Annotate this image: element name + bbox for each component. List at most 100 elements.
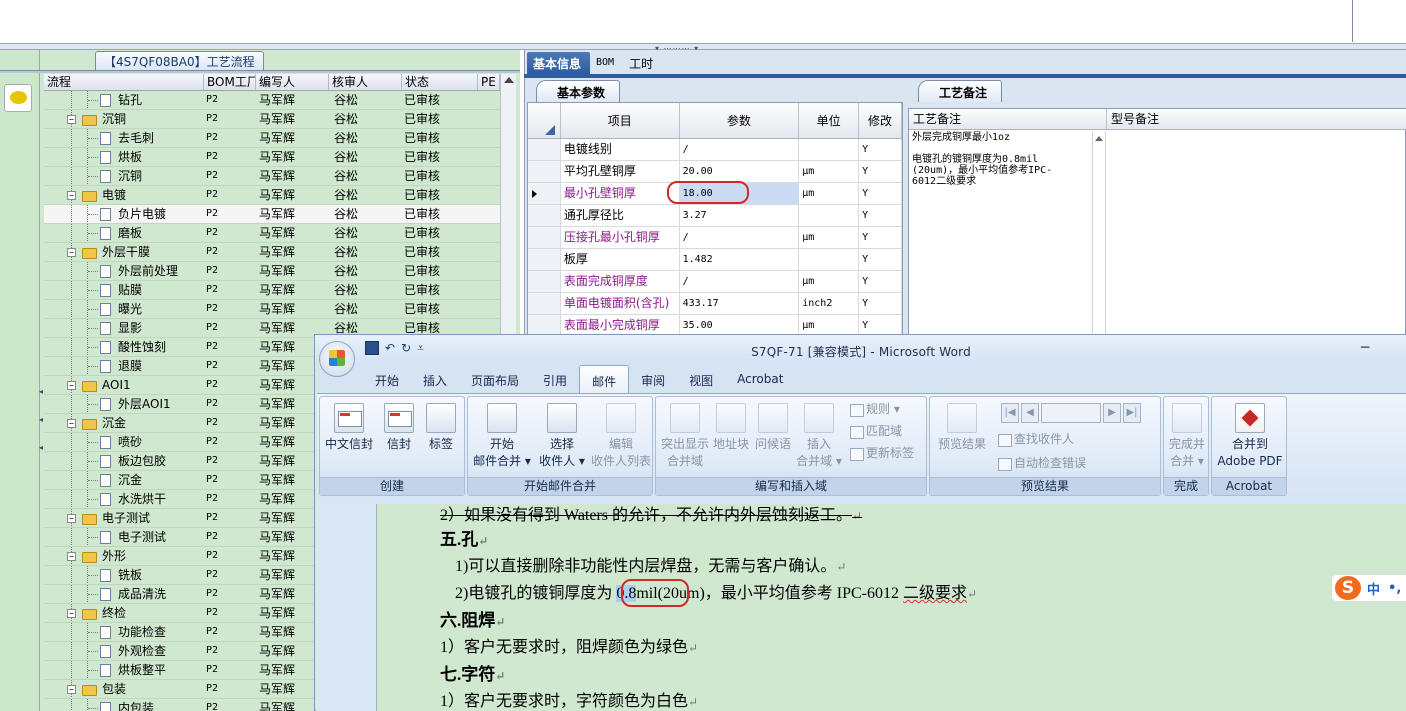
ime-toolbar[interactable]: S 中 •,: [1331, 574, 1406, 602]
ribbon-tab[interactable]: 插入: [411, 365, 459, 393]
tree-node[interactable]: − AOI1: [44, 376, 204, 394]
param-cell-unit[interactable]: [799, 205, 860, 226]
param-cell-item[interactable]: 压接孔最小孔铜厚: [561, 227, 680, 248]
tree-node[interactable]: 板边包胶: [44, 452, 204, 470]
param-cell-value[interactable]: 1.482: [680, 249, 800, 270]
param-row[interactable]: 平均孔壁铜厚 20.00 μm Y: [528, 161, 902, 183]
tree-node[interactable]: 钻孔: [44, 91, 204, 109]
ribbon-tab[interactable]: 视图: [677, 365, 725, 393]
param-cell-item[interactable]: 最小孔壁铜厚: [561, 183, 680, 204]
param-cell-unit[interactable]: μm: [799, 183, 860, 204]
grid-corner[interactable]: [528, 103, 561, 138]
select-recipients-button[interactable]: 选择 收件人 ▾: [534, 403, 590, 470]
tab-bom[interactable]: BOM: [590, 52, 623, 74]
tab-basic-params[interactable]: 基本参数: [536, 80, 621, 102]
update-labels-button[interactable]: 更新标签: [848, 443, 914, 463]
tree-col-header[interactable]: 核审人: [329, 74, 402, 90]
param-cell-mod[interactable]: Y: [859, 183, 902, 204]
merge-to-pdf-button[interactable]: 合并到 Adobe PDF: [1214, 403, 1286, 470]
ribbon-tab[interactable]: 开始: [363, 365, 411, 393]
redo-icon[interactable]: ↻: [401, 341, 411, 356]
tree-col-header[interactable]: 编写人: [256, 74, 329, 90]
param-cell-mod[interactable]: Y: [859, 139, 902, 160]
param-cell-unit[interactable]: [799, 249, 860, 270]
match-fields-button[interactable]: 匹配域: [848, 421, 902, 441]
preview-results-button[interactable]: 预览结果: [932, 403, 992, 453]
edit-recipient-list-button[interactable]: 编辑 收件人列表: [590, 403, 652, 470]
tree-col-header[interactable]: 流程: [44, 74, 204, 90]
rules-button[interactable]: 规则 ▾: [848, 399, 900, 419]
tree-row[interactable]: 外层前处理 P2 马军辉 谷松 已审核: [44, 262, 500, 281]
tree-node[interactable]: − 包装: [44, 680, 204, 698]
param-cell-mod[interactable]: Y: [859, 293, 902, 314]
insert-merge-field-button[interactable]: 插入 合并域 ▾: [794, 403, 844, 470]
tab-process-notes[interactable]: 工艺备注: [918, 80, 1003, 102]
auto-check-errors-button[interactable]: 自动检查错误: [996, 453, 1086, 473]
tree-row[interactable]: 钻孔 P2 马军辉 谷松 已审核: [44, 91, 500, 110]
tree-node[interactable]: 沉金: [44, 471, 204, 489]
labels-button[interactable]: 标签: [424, 403, 458, 453]
param-row[interactable]: 电镀线别 / Y: [528, 139, 902, 161]
param-cell-value[interactable]: /: [680, 139, 800, 160]
row-header[interactable]: [528, 315, 561, 336]
param-cell-item[interactable]: 表面最小完成铜厚: [561, 315, 680, 336]
collapse-icon[interactable]: −: [67, 248, 76, 257]
tree-node[interactable]: 铣板: [44, 566, 204, 584]
param-cell-mod[interactable]: Y: [859, 161, 902, 182]
scroll-up-icon[interactable]: [504, 77, 514, 83]
param-cell-item[interactable]: 板厚: [561, 249, 680, 270]
param-cell-unit[interactable]: μm: [799, 227, 860, 248]
param-cell-value[interactable]: 35.00: [680, 315, 800, 336]
collapse-icon[interactable]: −: [67, 552, 76, 561]
collapse-arrows-icon[interactable]: ◂ ◂ ◂: [39, 378, 43, 462]
highlight-merge-fields-button[interactable]: 突出显示 合并域: [658, 403, 712, 470]
first-record-icon[interactable]: |◀: [1001, 403, 1019, 423]
param-row[interactable]: 板厚 1.482 Y: [528, 249, 902, 271]
param-cell-value[interactable]: 20.00: [680, 161, 800, 182]
ribbon-tab[interactable]: 引用: [531, 365, 579, 393]
minimize-button[interactable]: ─: [1361, 340, 1369, 356]
collapse-icon[interactable]: −: [67, 609, 76, 618]
param-row[interactable]: 单面电镀面积(含孔) 433.17 inch2 Y: [528, 293, 902, 315]
row-header[interactable]: [528, 139, 561, 160]
param-cell-value[interactable]: /: [680, 227, 800, 248]
chinese-envelope-button[interactable]: 中文信封: [324, 403, 374, 453]
param-cell-value[interactable]: 3.27: [680, 205, 800, 226]
collapse-icon[interactable]: −: [67, 685, 76, 694]
tree-node[interactable]: − 外形: [44, 547, 204, 565]
param-cell-item[interactable]: 表面完成铜厚度: [561, 271, 680, 292]
tree-row[interactable]: 烘板 P2 马军辉 谷松 已审核: [44, 148, 500, 167]
record-number-input[interactable]: [1041, 403, 1101, 423]
row-header[interactable]: [528, 293, 561, 314]
tree-row[interactable]: − 电镀 P2 马军辉 谷松 已审核: [44, 186, 500, 205]
ribbon-tab[interactable]: Acrobat: [725, 365, 795, 393]
tree-node[interactable]: − 电镀: [44, 186, 204, 204]
param-row[interactable]: 通孔厚径比 3.27 Y: [528, 205, 902, 227]
collapse-icon[interactable]: −: [67, 115, 76, 124]
tree-node[interactable]: 水洗烘干: [44, 490, 204, 508]
col-item[interactable]: 项目: [561, 103, 680, 138]
prev-record-icon[interactable]: ◀: [1021, 403, 1039, 423]
tree-node[interactable]: 退膜: [44, 357, 204, 375]
param-cell-value[interactable]: /: [680, 271, 800, 292]
tree-node[interactable]: 贴膜: [44, 281, 204, 299]
process-flow-tab[interactable]: 【4S7QF08BA0】工艺流程: [95, 51, 264, 70]
row-header[interactable]: [528, 271, 561, 292]
tree-row[interactable]: 贴膜 P2 马军辉 谷松 已审核: [44, 281, 500, 300]
tree-node[interactable]: 沉铜: [44, 167, 204, 185]
tree-node[interactable]: − 沉铜: [44, 110, 204, 128]
row-header[interactable]: [528, 227, 561, 248]
param-cell-item[interactable]: 单面电镀面积(含孔): [561, 293, 680, 314]
find-recipient-button[interactable]: 查找收件人: [996, 429, 1074, 449]
tree-node[interactable]: 外观检查: [44, 642, 204, 660]
tree-node[interactable]: 去毛刺: [44, 129, 204, 147]
param-cell-mod[interactable]: Y: [859, 271, 902, 292]
param-cell-mod[interactable]: Y: [859, 205, 902, 226]
tab-work-hours[interactable]: 工时: [623, 52, 662, 74]
tree-node[interactable]: − 电子测试: [44, 509, 204, 527]
param-row[interactable]: 压接孔最小孔铜厚 / μm Y: [528, 227, 902, 249]
process-note-text[interactable]: 外层完成铜厚最小1oz 电镀孔的镀铜厚度为0.8mil (20um)，最小平均值…: [912, 132, 1092, 187]
param-cell-unit[interactable]: [799, 139, 860, 160]
param-cell-mod[interactable]: Y: [859, 249, 902, 270]
collapse-icon[interactable]: −: [67, 419, 76, 428]
